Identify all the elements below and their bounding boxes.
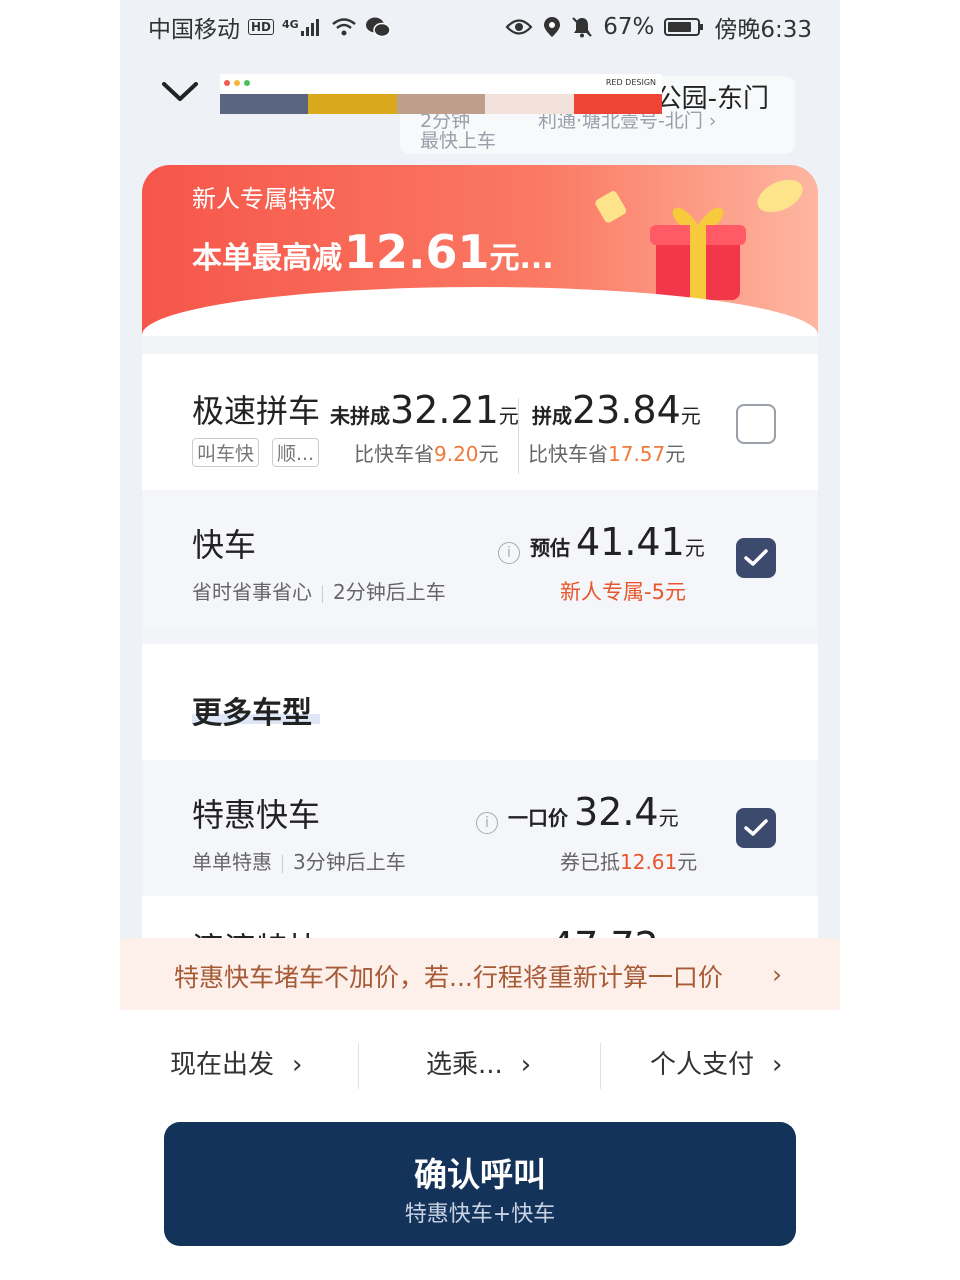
carpool-save-unmatched: 比快车省9.20元 xyxy=(354,442,499,466)
express-price: 预估 41.41 元 xyxy=(530,520,705,564)
section-divider xyxy=(142,336,818,354)
check-icon xyxy=(744,819,768,836)
tag-pill: 顺... xyxy=(272,438,320,467)
ride-desc: 单单特惠 3分钟后上车 xyxy=(192,850,406,874)
express-checkbox[interactable] xyxy=(736,538,776,578)
promo-suffix: 元... xyxy=(489,241,554,276)
ride-option-express[interactable]: 快车 省时省事省心 2分钟后上车 i 预估 41.41 元 新人专属-5元 xyxy=(142,490,818,626)
chevron-right-icon: › xyxy=(772,1050,783,1080)
gift-box-icon xyxy=(650,207,746,300)
ride-option-didi-express[interactable]: 滴滴特快 47.72 xyxy=(142,896,818,940)
info-icon[interactable]: i xyxy=(498,542,520,564)
check-icon xyxy=(744,549,768,566)
chevron-right-icon: › xyxy=(292,1050,303,1080)
promo-headline: 本单最高减 12.61 元... xyxy=(192,225,554,279)
pickup-hint: 最快上车 xyxy=(420,130,497,152)
promo-banner[interactable]: 新人专属特权 本单最高减 12.61 元... xyxy=(142,165,818,340)
section-divider xyxy=(142,626,818,644)
clock: 傍晚6:33 xyxy=(714,17,812,43)
coin-icon xyxy=(757,179,803,213)
coin-icon xyxy=(595,191,627,223)
color-palette xyxy=(220,94,662,114)
depart-time-option[interactable]: 现在出发 › xyxy=(170,1035,302,1095)
carrier-label: 中国移动 xyxy=(148,17,240,43)
special-price: 一口价 32.4 元 xyxy=(508,790,679,834)
option-label: 个人支付 xyxy=(650,1050,755,1080)
more-ride-types-title: 更多车型 xyxy=(192,696,312,731)
chevron-right-icon: › xyxy=(772,960,782,989)
carpool-save-matched: 比快车省17.57元 xyxy=(528,442,686,466)
passenger-option[interactable]: 选乘... › xyxy=(426,1035,531,1095)
palette-swatch xyxy=(308,94,397,114)
banner-brand: RED DESIGN xyxy=(605,78,656,87)
hd-icon: HD xyxy=(248,19,275,35)
divider xyxy=(600,1043,601,1089)
divider xyxy=(518,398,519,474)
confirm-subtitle: 特惠快车+快车 xyxy=(404,1202,556,1227)
divider xyxy=(358,1043,359,1089)
info-icon[interactable]: i xyxy=(476,812,498,834)
ride-name: 快车 xyxy=(192,526,257,564)
window-dots xyxy=(224,80,250,86)
battery-percent: 67% xyxy=(603,14,655,40)
carpool-price-matched: 拼成 23.84 元 xyxy=(532,388,701,432)
palette-swatch xyxy=(485,94,574,114)
notice-text: 特惠快车堵车不加价，若...行程将重新计算一口价 xyxy=(174,963,723,992)
promo-tag: 新人专属特权 xyxy=(192,185,336,213)
chevron-right-icon: › xyxy=(520,1050,532,1080)
palette-swatch xyxy=(220,94,309,114)
confirm-title: 确认呼叫 xyxy=(414,1155,546,1194)
location-icon xyxy=(544,17,561,37)
status-bar: 中国移动 HD 4G 67% 傍晚6:33 xyxy=(120,0,840,50)
option-label: 选乘... xyxy=(426,1050,503,1080)
phone-screen: 中国移动 HD 4G 67% 傍晚6:33 公园-东门 2分钟 利通·塘北壹号-… xyxy=(120,0,840,1280)
collapse-chevron-icon[interactable] xyxy=(160,72,200,112)
palette-swatch xyxy=(573,94,662,114)
special-checkbox[interactable] xyxy=(736,808,776,848)
wechat-icon xyxy=(365,17,391,38)
ride-option-special[interactable]: 特惠快车 单单特惠 3分钟后上车 i 一口价 32.4 元 券已抵12.61元 xyxy=(142,760,818,896)
promo-amount: 12.61 xyxy=(344,225,490,279)
overlay-banner: RED DESIGN xyxy=(220,74,662,114)
wifi-icon xyxy=(331,18,356,36)
ride-option-carpool[interactable]: 极速拼车 叫车快 顺... 未拼成 32.21 元 比快车省9.20元 拼成 2… xyxy=(142,354,818,490)
coupon-label: 券已抵12.61元 xyxy=(560,850,698,874)
ride-desc: 省时省事省心 2分钟后上车 xyxy=(192,580,446,604)
discount-label: 新人专属-5元 xyxy=(560,580,686,604)
ride-list: 极速拼车 叫车快 顺... 未拼成 32.21 元 比快车省9.20元 拼成 2… xyxy=(142,336,818,940)
notice-bar[interactable]: 特惠快车堵车不加价，若...行程将重新计算一口价 › xyxy=(120,938,840,1010)
promo-prefix: 本单最高减 xyxy=(192,241,342,276)
confirm-call-button[interactable]: 确认呼叫 特惠快车+快车 xyxy=(164,1122,796,1246)
trip-options: 现在出发 › 选乘... › 个人支付 › xyxy=(120,1035,840,1095)
carpool-price-unmatched: 未拼成 32.21 元 xyxy=(330,388,519,432)
mute-bell-icon xyxy=(572,17,592,38)
carpool-checkbox[interactable] xyxy=(736,404,776,444)
signal-icon: 4G xyxy=(282,18,323,36)
ride-name: 极速拼车 xyxy=(192,392,321,430)
payment-option[interactable]: 个人支付 › xyxy=(650,1035,782,1095)
battery-icon xyxy=(664,18,704,36)
tag-pill: 叫车快 xyxy=(192,438,260,467)
eye-icon xyxy=(505,19,533,35)
palette-swatch xyxy=(396,94,486,114)
option-label: 现在出发 xyxy=(170,1050,275,1080)
ride-name: 特惠快车 xyxy=(192,796,321,834)
